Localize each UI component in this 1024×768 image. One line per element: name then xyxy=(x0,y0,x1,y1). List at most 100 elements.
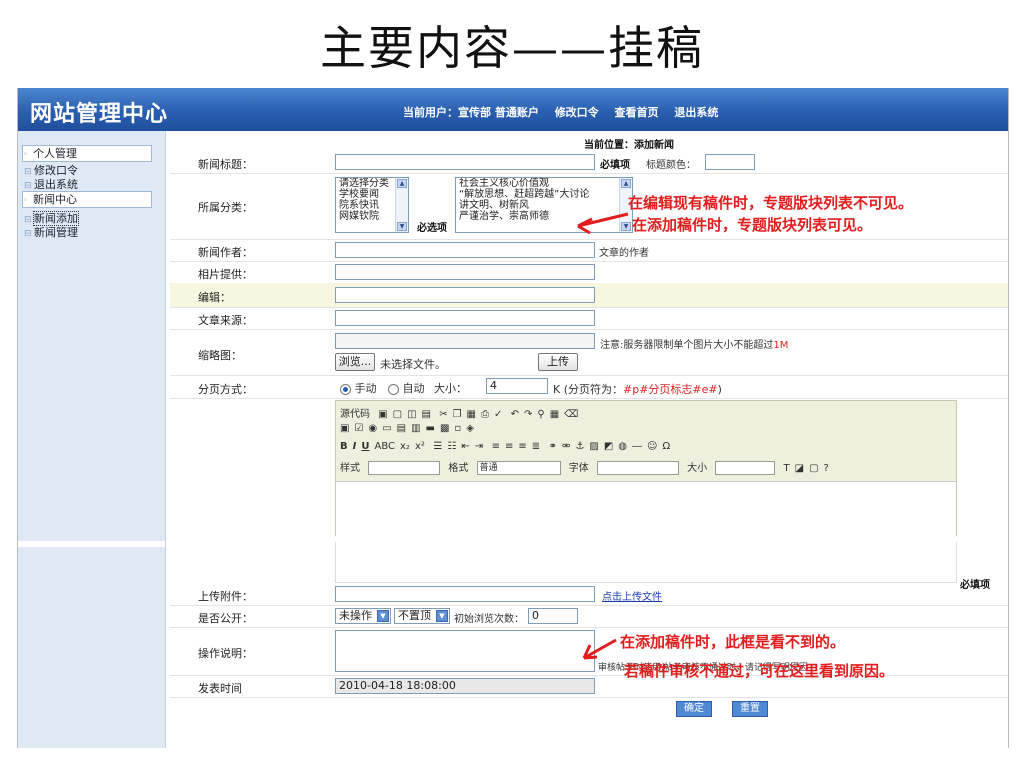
preview-icon[interactable]: ◫ xyxy=(407,409,416,420)
format-select[interactable]: 普通 xyxy=(476,461,561,475)
ordered-list-icon[interactable]: ☰ xyxy=(433,441,442,452)
paste-icon[interactable]: ▦ xyxy=(467,409,476,420)
undo-icon[interactable]: ↶ xyxy=(511,409,519,420)
flash-icon[interactable]: ◈ xyxy=(466,423,474,434)
paging-auto-radio[interactable] xyxy=(388,383,399,395)
scroll-down-icon[interactable]: ▼ xyxy=(397,222,407,231)
help-icon[interactable]: ? xyxy=(824,463,829,474)
photo-input[interactable] xyxy=(335,264,595,280)
ok-button[interactable]: 确定 xyxy=(676,701,712,717)
image-icon[interactable]: ▨ xyxy=(589,441,598,452)
change-password-link[interactable]: 修改口令 xyxy=(555,106,599,119)
attach-input[interactable] xyxy=(335,586,595,602)
button-icon[interactable]: ▬ xyxy=(426,423,435,434)
source-code-button[interactable]: 源代码 xyxy=(340,405,370,420)
attach-link[interactable]: 点击上传文件 xyxy=(602,588,662,603)
select-icon[interactable]: ▥ xyxy=(411,423,420,434)
save-icon[interactable]: ▣ xyxy=(378,409,387,420)
smiley-icon[interactable]: ☺ xyxy=(647,441,657,452)
new-page-icon[interactable]: ▢ xyxy=(393,409,402,420)
sidebar-item-news-add[interactable]: ⊟ 新闻添加 xyxy=(24,211,79,226)
sidebar-item-change-password[interactable]: ⊟ 修改口令 xyxy=(24,163,78,178)
form-icon[interactable]: ▣ xyxy=(340,423,349,434)
reset-button[interactable]: 重置 xyxy=(732,701,768,717)
underline-icon[interactable]: U xyxy=(361,441,369,452)
paging-size-input[interactable]: 4 xyxy=(486,378,548,394)
align-right-icon[interactable]: ≡ xyxy=(518,441,526,452)
bold-icon[interactable]: B xyxy=(340,441,348,452)
radio-icon[interactable]: ◉ xyxy=(368,423,377,434)
editor-body-lower[interactable] xyxy=(335,542,957,583)
indent-icon[interactable]: ⇥ xyxy=(475,441,483,452)
unlink-icon[interactable]: ⚮ xyxy=(562,441,570,452)
sidebar-item-news-manage[interactable]: ⊟ 新闻管理 xyxy=(24,225,78,240)
hr-icon[interactable]: ― xyxy=(632,441,642,452)
scroll-up-icon[interactable]: ▲ xyxy=(397,179,407,188)
strike-icon[interactable]: ABC xyxy=(374,441,395,452)
bullet-list-icon[interactable]: ☷ xyxy=(447,441,456,452)
superscript-icon[interactable]: x² xyxy=(415,441,425,452)
text-color-icon[interactable]: T xyxy=(784,463,790,474)
redo-icon[interactable]: ↷ xyxy=(524,409,532,420)
rich-text-editor[interactable]: 源代码 ▣ ▢ ◫ ▤ ✂ ❐ ▦ ⎙ ✓ ↶ ↷ ⚲ ▦ ⌫ ▣ ☑ ◉ ▭ ▤ ▥ ▬ ▩ ▫ ◈ B I U ABC x₂… xyxy=(335,400,957,537)
views-input[interactable]: 0 xyxy=(528,608,578,624)
hidden-field-icon[interactable]: ▫ xyxy=(454,423,461,434)
thumb-path-input[interactable] xyxy=(335,333,595,349)
view-home-link[interactable]: 查看首页 xyxy=(615,106,659,119)
textfield-icon[interactable]: ▭ xyxy=(382,423,391,434)
checkbox-icon[interactable]: ☑ xyxy=(354,423,363,434)
list-item[interactable]: “解放思想、赶超跨越”大讨论 xyxy=(459,189,632,200)
sidebar-item-logout[interactable]: ⊟ 退出系统 xyxy=(24,177,78,192)
copy-icon[interactable]: ❐ xyxy=(453,409,462,420)
italic-icon[interactable]: I xyxy=(353,441,357,452)
category-listbox[interactable]: 请选择分类 学校要闻 院系快讯 网媒钦院 ▲ ▼ xyxy=(335,177,409,233)
special-char-icon[interactable]: Ω xyxy=(662,441,670,452)
outdent-icon[interactable]: ⇤ xyxy=(461,441,469,452)
size-select[interactable] xyxy=(715,461,776,475)
justify-icon[interactable]: ≣ xyxy=(532,441,540,452)
align-center-icon[interactable]: ≡ xyxy=(505,441,513,452)
subscript-icon[interactable]: x₂ xyxy=(400,441,410,452)
author-input[interactable] xyxy=(335,242,595,258)
sidebar-item-personal[interactable]: ◦ 个人管理 xyxy=(22,145,152,162)
editor-body[interactable] xyxy=(336,481,956,536)
browse-button[interactable]: 浏览... xyxy=(335,353,375,371)
font-select[interactable] xyxy=(596,461,679,475)
spellcheck-icon[interactable]: ✓ xyxy=(494,409,502,420)
scroll-up-icon[interactable]: ▲ xyxy=(621,179,631,188)
top-select[interactable]: 不置顶 ▼ xyxy=(394,608,450,624)
eraser-icon[interactable]: ⌫ xyxy=(564,409,578,420)
list-item[interactable]: 社会主义核心价值观 xyxy=(459,178,632,189)
align-left-icon[interactable]: ≡ xyxy=(492,441,500,452)
editor-input[interactable] xyxy=(335,287,595,303)
topic-listbox[interactable]: 社会主义核心价值观 “解放思想、赶超跨越”大讨论 讲文明、树新风 严谨治学、崇高… xyxy=(455,177,633,233)
public-select[interactable]: 未操作 ▼ xyxy=(335,608,391,624)
scroll-down-icon[interactable]: ▼ xyxy=(621,222,631,231)
table-icon[interactable]: ▦ xyxy=(550,409,559,420)
bg-color-icon[interactable]: ◪ xyxy=(795,463,804,474)
source-input[interactable] xyxy=(335,310,595,326)
list-item[interactable]: 严谨治学、崇高师德 xyxy=(459,211,632,222)
sidebar-item-news-center[interactable]: ◦ 新闻中心 xyxy=(22,191,152,208)
cut-icon[interactable]: ✂ xyxy=(439,409,447,420)
note-textarea[interactable] xyxy=(335,630,595,672)
scrollbar[interactable]: ▲ ▼ xyxy=(395,178,408,232)
upload-button[interactable]: 上传 xyxy=(538,353,578,371)
link-icon[interactable]: ⚭ xyxy=(549,441,557,452)
template-icon[interactable]: ▤ xyxy=(422,409,431,420)
style-select[interactable] xyxy=(368,461,441,475)
title-color-input[interactable] xyxy=(705,154,755,170)
print-icon[interactable]: ⎙ xyxy=(481,409,489,420)
publish-input[interactable]: 2010-04-18 18:08:00 xyxy=(335,678,595,694)
logout-link[interactable]: 退出系统 xyxy=(674,106,718,119)
anchor-icon[interactable]: ⚓ xyxy=(575,441,584,452)
title-input[interactable] xyxy=(335,154,595,170)
paging-manual-radio[interactable] xyxy=(340,383,351,395)
textarea-icon[interactable]: ▤ xyxy=(397,423,406,434)
media-icon[interactable]: ◍ xyxy=(618,441,627,452)
list-item[interactable]: 讲文明、树新风 xyxy=(459,200,632,211)
maximize-icon[interactable]: ▢ xyxy=(809,463,818,474)
find-icon[interactable]: ⚲ xyxy=(537,409,544,420)
image-button-icon[interactable]: ▩ xyxy=(440,423,449,434)
flash-insert-icon[interactable]: ◩ xyxy=(604,441,613,452)
